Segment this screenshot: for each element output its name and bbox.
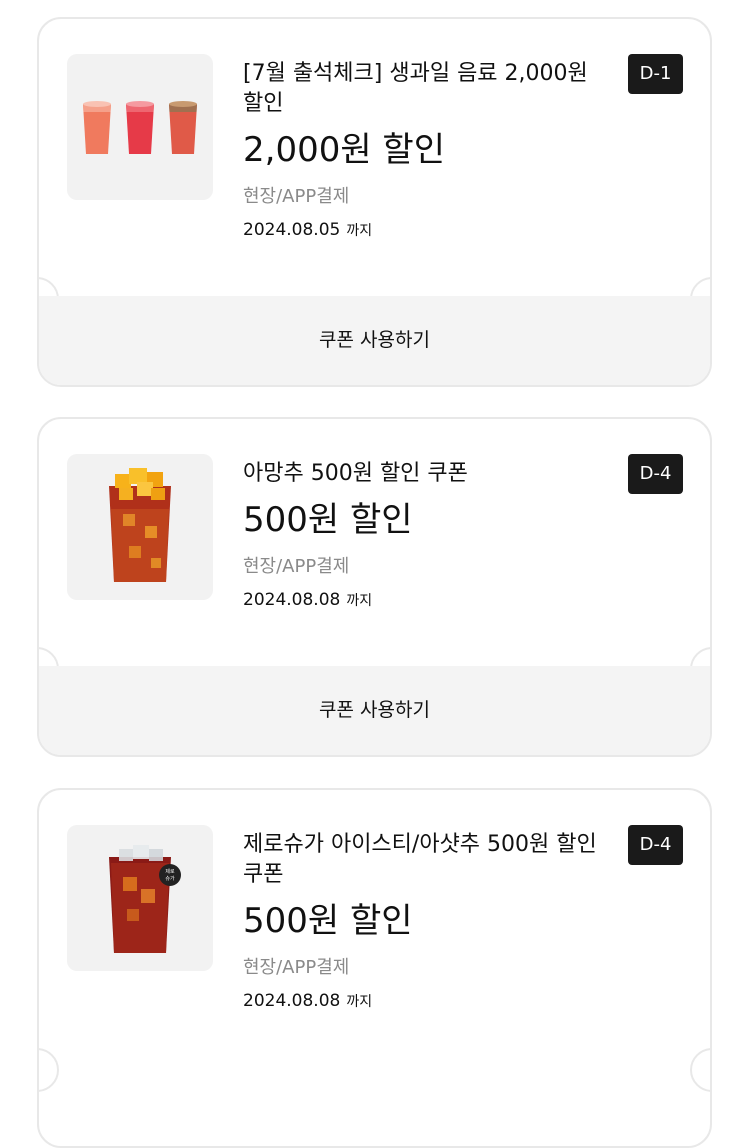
dday-badge: D-4: [628, 825, 683, 865]
use-coupon-button[interactable]: 쿠폰 사용하기: [39, 296, 710, 385]
coupon-title: 아망추 500원 할인 쿠폰: [243, 461, 468, 486]
expire-date: 2024.08.08 까지: [243, 990, 603, 1013]
payment-method: 현장/APP결제: [243, 556, 350, 577]
coupon-amount: 500원 할인: [243, 901, 413, 941]
coupon-card[interactable]: [7월 출석체크] 생과일 음료 2,000원 할인 2,000원 할인 현장/…: [37, 17, 712, 387]
coupon-card[interactable]: 아망추 500원 할인 쿠폰 500원 할인 현장/APP결제 2024.08.…: [37, 417, 712, 757]
expire-suffix: 까지: [346, 593, 373, 609]
dday-badge: D-4: [628, 454, 683, 494]
fruit-juice-cups-icon: [67, 54, 213, 200]
expire-date-value: 2024.08.08: [243, 991, 341, 1011]
dday-badge: D-1: [628, 54, 683, 94]
expire-suffix: 까지: [346, 994, 373, 1010]
ticket-notch: [690, 1048, 710, 1092]
expire-suffix: 까지: [346, 223, 373, 239]
payment-method: 현장/APP결제: [243, 186, 350, 207]
ticket-notch: [39, 1048, 59, 1092]
expire-date-value: 2024.08.08: [243, 590, 341, 610]
coupon-amount: 2,000원 할인: [243, 130, 445, 170]
svg-text:슈가: 슈가: [165, 875, 175, 882]
zero-sugar-iced-tea-icon: 제로 슈가: [67, 825, 213, 971]
payment-method: 현장/APP결제: [243, 957, 350, 978]
mango-iced-tea-icon: [67, 454, 213, 600]
expire-date-value: 2024.08.05: [243, 220, 341, 240]
coupon-amount: 500원 할인: [243, 500, 413, 540]
expire-date: 2024.08.08 까지: [243, 589, 603, 612]
coupon-title: 제로슈가 아이스티/아샷추 500원 할인 쿠폰: [243, 832, 597, 887]
expire-date: 2024.08.05 까지: [243, 219, 603, 242]
use-coupon-button[interactable]: 쿠폰 사용하기: [39, 666, 710, 755]
svg-text:제로: 제로: [165, 868, 175, 875]
coupon-card[interactable]: 제로 슈가 제로슈가 아이스티/아샷추 500원 할인 쿠폰 500원 할인 현…: [37, 788, 712, 1148]
coupon-title: [7월 출석체크] 생과일 음료 2,000원 할인: [243, 61, 588, 116]
